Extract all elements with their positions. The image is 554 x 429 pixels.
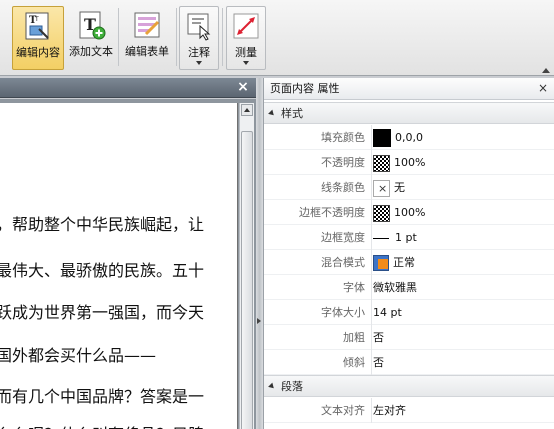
property-value[interactable]: 微软雅黑 [373, 281, 417, 294]
property-value[interactable]: 1 pt [395, 231, 417, 244]
ribbon-toolbar: T T 编辑内容 T 添加文本 编辑表单 注释 测量 [0, 0, 554, 76]
property-label: 混合模式 [321, 256, 365, 269]
property-value[interactable]: 否 [373, 356, 384, 369]
property-label: 加粗 [343, 331, 365, 344]
toolbar-separator [118, 8, 119, 66]
edit-form-button[interactable]: 编辑表单 [121, 6, 173, 70]
measure-label: 测量 [235, 46, 257, 59]
divider [371, 200, 372, 225]
property-row-fill-color[interactable]: 填充颜色 0,0,0 [264, 125, 554, 150]
property-value[interactable]: 100% [394, 156, 425, 169]
divider [371, 125, 372, 150]
text-line[interactable]: 跃成为世界第一强国，而今天 [0, 299, 204, 323]
property-row-font-size[interactable]: 字体大小 14 pt [264, 300, 554, 325]
property-row-italic[interactable]: 倾斜 否 [264, 350, 554, 375]
property-row-text-align[interactable]: 文本对齐 左对齐 [264, 398, 554, 423]
svg-text:T: T [34, 16, 39, 23]
section-title: 段落 [281, 380, 303, 393]
edit-form-label: 编辑表单 [125, 45, 169, 58]
annotate-icon [187, 13, 211, 41]
text-line[interactable]: 最伟大、最骄傲的民族。五十 [0, 257, 204, 281]
expand-triangle-icon[interactable] [268, 382, 276, 391]
property-row-opacity[interactable]: 不透明度 100% [264, 150, 554, 175]
property-value[interactable]: 无 [394, 181, 405, 194]
add-text-icon: T [79, 11, 106, 40]
close-icon[interactable]: × [236, 80, 250, 94]
property-value[interactable]: 正常 [393, 256, 415, 269]
collapse-ribbon-icon[interactable] [542, 68, 550, 73]
property-label: 填充颜色 [321, 131, 365, 144]
property-label: 文本对齐 [321, 404, 365, 417]
property-value[interactable]: 100% [394, 206, 425, 219]
property-value[interactable]: 左对齐 [373, 404, 406, 417]
annotate-label: 注释 [188, 46, 210, 59]
edit-form-icon [134, 12, 160, 38]
property-row-bold[interactable]: 加粗 否 [264, 325, 554, 350]
property-label: 字体大小 [321, 306, 365, 319]
document-page[interactable]: ，帮助整个中华民族崛起，让 最伟大、最骄傲的民族。五十 跃成为世界第一强国，而今… [0, 103, 238, 429]
no-color-swatch-icon[interactable] [373, 179, 390, 197]
edit-content-label: 编辑内容 [16, 46, 60, 59]
text-line[interactable]: 而有几个中国品牌？答案是一 [0, 383, 204, 407]
property-label: 线条颜色 [321, 181, 365, 194]
divider [371, 300, 372, 325]
close-icon[interactable]: × [537, 81, 549, 95]
vertical-scrollbar[interactable] [239, 103, 254, 429]
edit-content-icon: T T [25, 12, 49, 40]
splitter-arrow-icon[interactable] [257, 318, 261, 324]
opacity-checker-icon[interactable] [373, 154, 390, 172]
properties-panel: 页面内容 属性 × 样式 填充颜色 0,0,0 不透明度 100% 线条颜色 无… [263, 78, 554, 429]
property-label: 边框不透明度 [299, 206, 365, 219]
section-style[interactable]: 样式 [264, 102, 554, 124]
blend-mode-icon[interactable] [373, 255, 389, 271]
panel-title-text: 页面内容 属性 [270, 82, 340, 95]
pane-splitter[interactable] [256, 78, 263, 429]
document-tab-bar: × [0, 78, 256, 98]
text-line[interactable]: 么么呢？什么叫奢侈品？只脾 [0, 421, 204, 429]
divider [371, 175, 372, 200]
section-title: 样式 [281, 107, 303, 120]
property-row-font[interactable]: 字体 微软雅黑 [264, 275, 554, 300]
opacity-checker-icon[interactable] [373, 204, 390, 222]
divider [371, 350, 372, 375]
text-line[interactable]: ，帮助整个中华民族崛起，让 [0, 211, 204, 235]
chevron-down-icon[interactable] [196, 61, 202, 65]
measure-icon [233, 13, 259, 39]
scroll-up-button[interactable] [241, 104, 253, 116]
divider [371, 275, 372, 300]
document-viewport: ，帮助整个中华民族崛起，让 最伟大、最骄傲的民族。五十 跃成为世界第一强国，而今… [0, 99, 256, 429]
property-label: 边框宽度 [321, 231, 365, 244]
property-label: 字体 [343, 281, 365, 294]
property-value[interactable]: 14 pt [373, 306, 402, 319]
section-paragraph[interactable]: 段落 [264, 375, 554, 397]
divider [371, 325, 372, 350]
annotate-button[interactable]: 注释 [179, 6, 219, 70]
property-row-border-width[interactable]: 边框宽度 1 pt [264, 225, 554, 250]
add-text-label: 添加文本 [69, 45, 113, 58]
measure-button[interactable]: 测量 [226, 6, 266, 70]
edit-content-button[interactable]: T T 编辑内容 [12, 6, 64, 70]
property-row-blend-mode[interactable]: 混合模式 正常 [264, 250, 554, 275]
fill-color-swatch[interactable] [373, 129, 391, 147]
chevron-down-icon[interactable] [243, 61, 249, 65]
property-label: 倾斜 [343, 356, 365, 369]
property-value[interactable]: 否 [373, 331, 384, 344]
divider [371, 250, 372, 275]
line-width-icon[interactable] [373, 237, 389, 239]
divider [371, 225, 372, 250]
toolbar-separator [222, 8, 223, 66]
divider [371, 150, 372, 175]
add-text-button[interactable]: T 添加文本 [66, 6, 116, 70]
property-value[interactable]: 0,0,0 [395, 131, 423, 144]
property-row-border-opacity[interactable]: 边框不透明度 100% [264, 200, 554, 225]
property-label: 不透明度 [321, 156, 365, 169]
text-line[interactable]: 国外都会买什么品—— [0, 342, 156, 366]
scroll-thumb[interactable] [241, 131, 253, 429]
divider [371, 398, 372, 423]
expand-triangle-icon[interactable] [268, 109, 276, 118]
property-row-line-color[interactable]: 线条颜色 无 [264, 175, 554, 200]
properties-panel-title: 页面内容 属性 × [264, 78, 554, 100]
toolbar-separator [176, 8, 177, 66]
